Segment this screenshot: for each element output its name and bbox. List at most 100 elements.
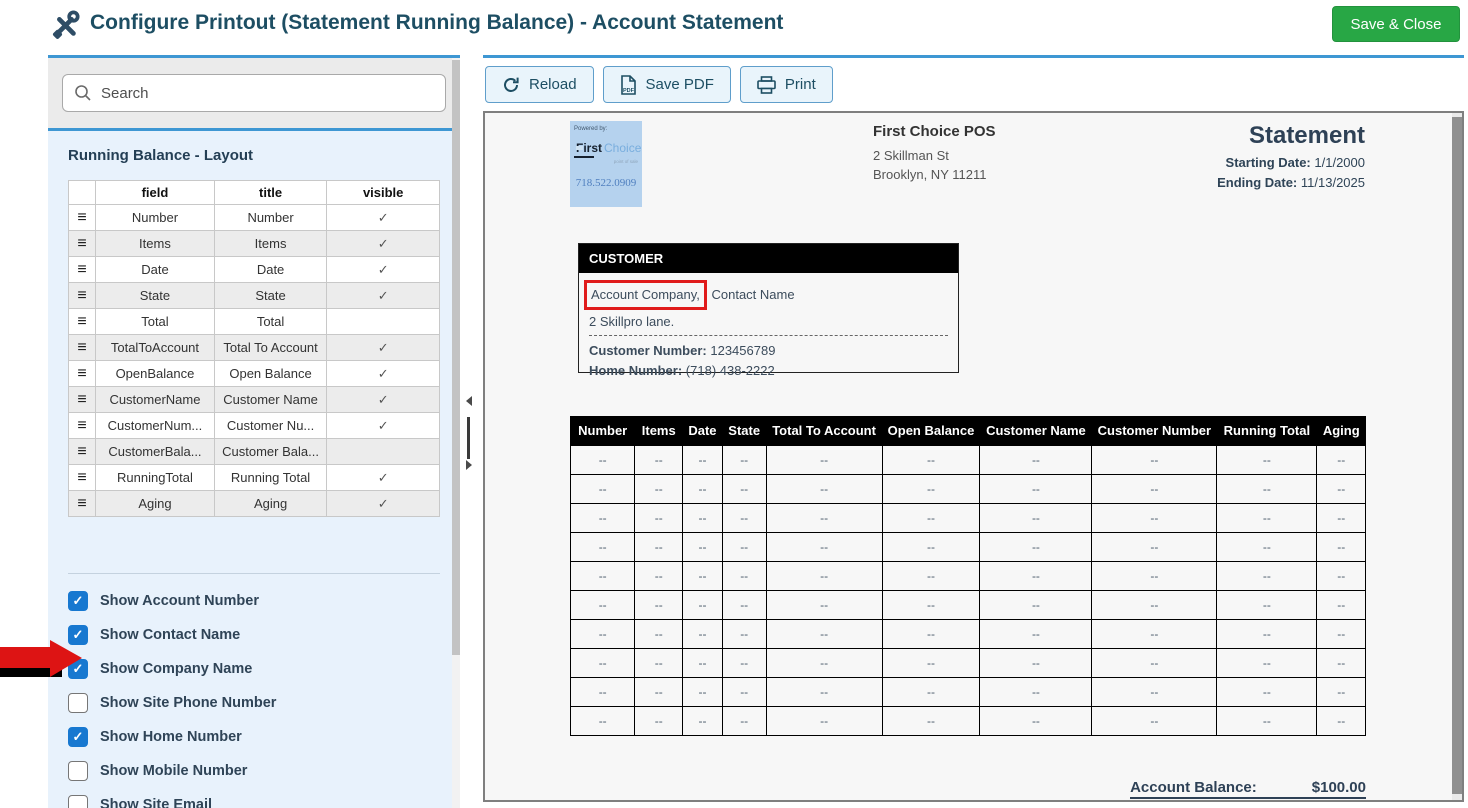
customer-address: 2 Skillpro lane. — [589, 313, 948, 331]
visible-cell[interactable]: ✓ — [327, 465, 440, 491]
ending-date-label: Ending Date: — [1217, 175, 1297, 190]
statement-cell: -- — [766, 475, 882, 504]
drag-handle-icon[interactable]: ≡ — [69, 387, 96, 413]
merchant-info: First Choice POS 2 Skillman St Brooklyn,… — [873, 122, 996, 184]
merchant-address-line1: 2 Skillman St — [873, 146, 996, 165]
preview-scrollbar[interactable] — [1452, 113, 1462, 800]
home-number-label: Home Number: — [589, 363, 682, 378]
visible-cell[interactable]: ✓ — [327, 335, 440, 361]
panel-splitter[interactable] — [461, 55, 481, 808]
statement-cell: -- — [1092, 446, 1217, 475]
drag-handle-icon[interactable]: ≡ — [69, 231, 96, 257]
statement-cell: -- — [683, 475, 723, 504]
layout-table-header-row: field title visible — [69, 181, 440, 205]
statement-cell: -- — [1092, 591, 1217, 620]
field-cell: CustomerBala... — [96, 439, 215, 465]
customer-contact-name: Contact Name — [708, 287, 795, 302]
statement-cell: -- — [980, 504, 1092, 533]
collapse-left-icon[interactable] — [466, 396, 472, 406]
drag-handle-icon[interactable]: ≡ — [69, 335, 96, 361]
statement-table-row: -------------------- — [571, 678, 1366, 707]
preview-toolbar: Reload PDF Save PDF Print — [485, 66, 833, 103]
statement-table-row: -------------------- — [571, 707, 1366, 736]
reload-icon — [502, 76, 520, 94]
statement-cell: -- — [980, 446, 1092, 475]
visible-cell[interactable]: ✓ — [327, 283, 440, 309]
ending-date-value: 11/13/2025 — [1301, 175, 1365, 190]
statement-cell: -- — [980, 678, 1092, 707]
drag-handle-icon[interactable]: ≡ — [69, 361, 96, 387]
visible-cell[interactable]: ✓ — [327, 361, 440, 387]
preview-scrollbar-thumb[interactable] — [1452, 117, 1462, 794]
reload-button[interactable]: Reload — [485, 66, 594, 103]
title-cell: Customer Bala... — [214, 439, 327, 465]
statement-cell: -- — [571, 620, 635, 649]
visible-cell[interactable]: ✓ — [327, 257, 440, 283]
drag-handle-icon[interactable]: ≡ — [69, 205, 96, 231]
statement-cell: -- — [1317, 533, 1366, 562]
logo-tagline: point of sale — [574, 159, 638, 164]
visible-cell[interactable] — [327, 309, 440, 335]
visible-cell[interactable] — [327, 439, 440, 465]
statement-cell: -- — [766, 591, 882, 620]
checkbox-show-site-phone-number[interactable] — [68, 693, 88, 713]
statement-cell: -- — [766, 707, 882, 736]
account-balance-label: Account Balance: — [1130, 779, 1257, 796]
statement-cell: -- — [1092, 678, 1217, 707]
save-close-button[interactable]: Save & Close — [1332, 6, 1460, 42]
statement-preview: Powered by: First Choice point of sale 7… — [483, 111, 1464, 802]
field-cell: CustomerName — [96, 387, 215, 413]
statement-table-header-row: NumberItemsDateStateTotal To AccountOpen… — [571, 417, 1366, 446]
drag-handle-icon[interactable]: ≡ — [69, 465, 96, 491]
field-column-header: field — [96, 181, 215, 205]
collapse-right-icon[interactable] — [466, 460, 472, 470]
statement-column-items: Items — [635, 417, 683, 446]
checkbox-show-site-email[interactable] — [68, 795, 88, 808]
statement-cell: -- — [1217, 446, 1317, 475]
drag-handle-icon[interactable]: ≡ — [69, 439, 96, 465]
sidebar-scrollbar[interactable] — [452, 58, 460, 808]
pdf-file-icon: PDF — [620, 75, 637, 95]
logo-powered-by: Powered by: — [574, 126, 638, 132]
search-input[interactable] — [101, 85, 434, 102]
field-cell: State — [96, 283, 215, 309]
checkbox-label: Show Home Number — [100, 729, 242, 745]
checkbox-label: Show Site Email — [100, 797, 212, 808]
statement-cell: -- — [1317, 678, 1366, 707]
statement-table-row: -------------------- — [571, 649, 1366, 678]
visible-cell[interactable]: ✓ — [327, 491, 440, 517]
visible-cell[interactable]: ✓ — [327, 231, 440, 257]
checkbox-show-home-number[interactable]: ✓ — [68, 727, 88, 747]
splitter-grip[interactable] — [467, 417, 470, 459]
save-pdf-button[interactable]: PDF Save PDF — [603, 66, 731, 103]
visible-cell[interactable]: ✓ — [327, 413, 440, 439]
checkbox-show-account-number[interactable]: ✓ — [68, 591, 88, 611]
statement-cell: -- — [1217, 475, 1317, 504]
statement-cell: -- — [635, 475, 683, 504]
sidebar-scrollbar-thumb[interactable] — [452, 60, 460, 655]
drag-handle-icon[interactable]: ≡ — [69, 283, 96, 309]
company-logo: Powered by: First Choice point of sale 7… — [570, 121, 642, 207]
drag-handle-icon[interactable]: ≡ — [69, 257, 96, 283]
starting-date-value: 1/1/2000 — [1314, 155, 1365, 170]
statement-cell: -- — [1217, 678, 1317, 707]
visible-cell[interactable]: ✓ — [327, 205, 440, 231]
field-cell: Aging — [96, 491, 215, 517]
statement-column-total-to-account: Total To Account — [766, 417, 882, 446]
print-button[interactable]: Print — [740, 66, 833, 103]
statement-cell: -- — [1317, 446, 1366, 475]
title-cell: Total — [214, 309, 327, 335]
drag-handle-icon[interactable]: ≡ — [69, 309, 96, 335]
logo-phone: 718.522.0909 — [574, 177, 638, 189]
statement-cell: -- — [1317, 591, 1366, 620]
drag-handle-icon[interactable]: ≡ — [69, 413, 96, 439]
search-icon — [74, 84, 92, 102]
checkbox-show-mobile-number[interactable] — [68, 761, 88, 781]
layout-panel: Running Balance - Layout field title vis… — [48, 128, 460, 808]
visible-cell[interactable]: ✓ — [327, 387, 440, 413]
statement-column-open-balance: Open Balance — [882, 417, 980, 446]
statement-cell: -- — [882, 504, 980, 533]
statement-table-row: -------------------- — [571, 446, 1366, 475]
drag-handle-icon[interactable]: ≡ — [69, 491, 96, 517]
statement-column-customer-number: Customer Number — [1092, 417, 1217, 446]
